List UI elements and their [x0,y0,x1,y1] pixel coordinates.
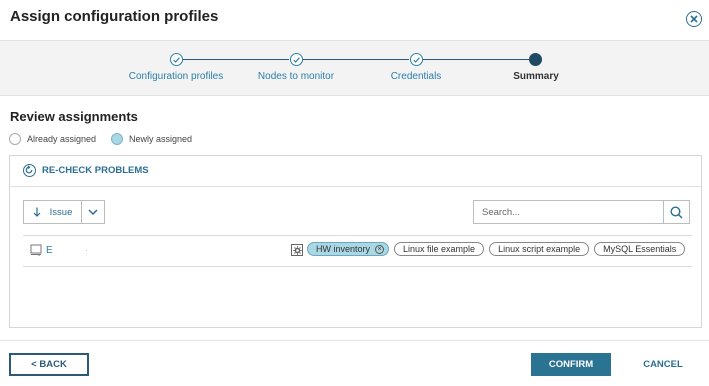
close-icon [690,15,698,23]
sort-by-issue-button[interactable]: Issue [23,200,82,224]
footer-divider [0,340,709,341]
server-icon [30,244,42,256]
step-label-credentials[interactable]: Credentials [391,71,442,82]
newly-assigned-swatch-icon [111,133,123,145]
step-label-summary: Summary [513,71,559,82]
node-name-link[interactable]: E [46,245,53,256]
recheck-label: RE-CHECK PROBLEMS [42,165,149,176]
profile-chip-mysql-essentials[interactable]: MySQL Essentials [594,242,686,256]
sort-dropdown-button[interactable] [81,200,105,224]
profile-chip-label: Linux script example [498,244,581,254]
step-credentials-check-icon[interactable] [410,53,423,66]
profile-chip-linux-script-example[interactable]: Linux script example [489,242,590,256]
sort-label: Issue [49,206,73,218]
step-summary-dot-icon [529,53,542,66]
legend-newly-label: Newly assigned [129,134,193,144]
node-ip: · [85,245,88,255]
profile-chip-label: HW inventory [316,244,371,254]
profile-chips: HW inventory × Linux file example Linux … [307,242,686,256]
panel-divider [10,186,701,187]
legend-already-assigned: Already assigned [9,133,96,145]
step-connector [423,59,529,61]
step-connector [183,59,289,61]
confirm-button[interactable]: CONFIRM [531,353,611,376]
chevron-down-icon [88,209,98,215]
gear-icon [292,245,302,255]
profile-chip-hw-inventory[interactable]: HW inventory × [307,242,390,256]
configure-profiles-button[interactable] [291,244,303,256]
profile-chip-label: Linux file example [403,244,476,254]
profile-chip-label: MySQL Essentials [603,244,677,254]
wizard-progress: Configuration profiles Nodes to monitor … [0,40,709,96]
search-button[interactable] [663,200,690,224]
legend-already-label: Already assigned [27,134,97,144]
step-nodes-to-monitor-check-icon[interactable] [290,53,303,66]
legend-newly-assigned: Newly assigned [111,133,192,145]
recheck-problems-button[interactable]: RE-CHECK PROBLEMS [23,164,149,177]
assignments-panel: RE-CHECK PROBLEMS Issue E · [9,155,702,328]
back-button[interactable]: < BACK [9,353,89,376]
step-label-configuration-profiles[interactable]: Configuration profiles [129,71,224,82]
review-title: Review assignments [10,109,138,124]
sort-arrow-down-icon [33,207,41,217]
cancel-button[interactable]: CANCEL [638,353,688,376]
search-input[interactable] [473,200,664,224]
profile-chip-linux-file-example[interactable]: Linux file example [394,242,485,256]
step-connector [303,59,409,61]
dialog-title: Assign configuration profiles [10,8,219,25]
table-row: E · HW inventory × Linux file example Li… [23,235,692,267]
search-icon [670,205,683,219]
step-label-nodes-to-monitor[interactable]: Nodes to monitor [258,71,334,82]
close-button[interactable] [686,11,702,27]
remove-profile-icon[interactable]: × [375,244,385,254]
already-assigned-swatch-icon [9,133,21,145]
refresh-icon [23,164,36,177]
step-configuration-profiles-check-icon[interactable] [170,53,183,66]
